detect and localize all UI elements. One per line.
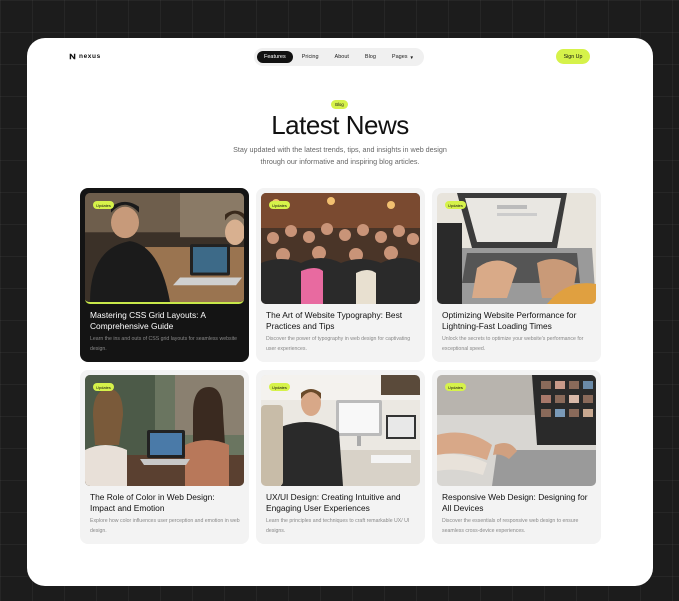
post-title[interactable]: Optimizing Website Performance for Light… xyxy=(442,310,594,332)
typing-laptop-photo xyxy=(437,193,596,304)
nav-item-pages-label: Pages xyxy=(391,54,408,60)
desk-workstation-photo xyxy=(261,375,420,486)
post-tag: Updates xyxy=(445,383,466,391)
post-description: Discover the power of typography in web … xyxy=(266,336,411,352)
logo-icon xyxy=(69,53,76,60)
blog-card[interactable]: Updates Optimizing Website Performance f… xyxy=(432,188,601,362)
post-description: Learn the ins and outs of CSS grid layou… xyxy=(90,336,238,352)
brand-name: nexus xyxy=(79,53,101,60)
blog-card[interactable]: Updates The Art of Website Typography: B… xyxy=(256,188,425,362)
post-image: Updates xyxy=(85,193,244,304)
post-tag: Updates xyxy=(93,383,114,391)
post-tag: Updates xyxy=(269,201,290,209)
nav-item-pricing[interactable]: Pricing xyxy=(295,51,326,63)
post-image: Updates xyxy=(437,375,596,486)
nav-item-blog[interactable]: Blog xyxy=(358,51,383,63)
post-title[interactable]: UX/UI Design: Creating Intuitive and Eng… xyxy=(266,492,418,514)
post-description: Unlock the secrets to optimize your webs… xyxy=(442,336,584,352)
post-image: Updates xyxy=(437,193,596,304)
nav-item-features[interactable]: Features xyxy=(257,51,293,63)
chevron-down-icon: ▼ xyxy=(409,54,414,60)
signup-button[interactable]: Sign Up xyxy=(556,49,590,64)
post-image: Updates xyxy=(261,375,420,486)
blog-card[interactable]: Updates The Role of Color in Web Design:… xyxy=(80,370,249,544)
blog-card[interactable]: Updates Responsive Web Design: Designing… xyxy=(432,370,601,544)
post-description: Discover the essentials of responsive we… xyxy=(442,518,579,534)
hands-laptop-photo xyxy=(437,375,596,486)
post-tag: Updates xyxy=(93,201,114,209)
section-badge: Blog xyxy=(331,100,348,109)
post-title[interactable]: Mastering CSS Grid Layouts: A Comprehens… xyxy=(90,310,242,332)
blog-card[interactable]: Updates UX/UI Design: Creating Intuitive… xyxy=(256,370,425,544)
post-image: Updates xyxy=(261,193,420,304)
brand-logo[interactable]: nexus xyxy=(69,53,101,60)
women-laptop-photo xyxy=(85,375,244,486)
main-nav: Features Pricing About Blog Pages ▼ xyxy=(254,48,424,66)
page-subtitle: Stay updated with the latest trends, tip… xyxy=(233,145,447,166)
post-image: Updates xyxy=(85,375,244,486)
post-title[interactable]: Responsive Web Design: Designing for All… xyxy=(442,492,594,514)
post-title[interactable]: The Art of Website Typography: Best Prac… xyxy=(266,310,418,332)
blog-card[interactable]: Updates Mastering CSS Grid Layouts: A Co… xyxy=(80,188,249,362)
man-laptop-photo xyxy=(85,193,244,302)
page-title: Latest News xyxy=(271,110,409,140)
nav-item-about[interactable]: About xyxy=(328,51,356,63)
post-tag: Updates xyxy=(269,383,290,391)
nav-item-pages[interactable]: Pages ▼ xyxy=(385,51,421,63)
post-description: Learn the principles and techniques to c… xyxy=(266,518,410,534)
page-frame: nexus Features Pricing About Blog Pages … xyxy=(27,38,653,586)
crowd-photo xyxy=(261,193,420,304)
post-title[interactable]: The Role of Color in Web Design: Impact … xyxy=(90,492,242,514)
post-tag: Updates xyxy=(445,201,466,209)
post-description: Explore how color influences user percep… xyxy=(90,518,240,534)
